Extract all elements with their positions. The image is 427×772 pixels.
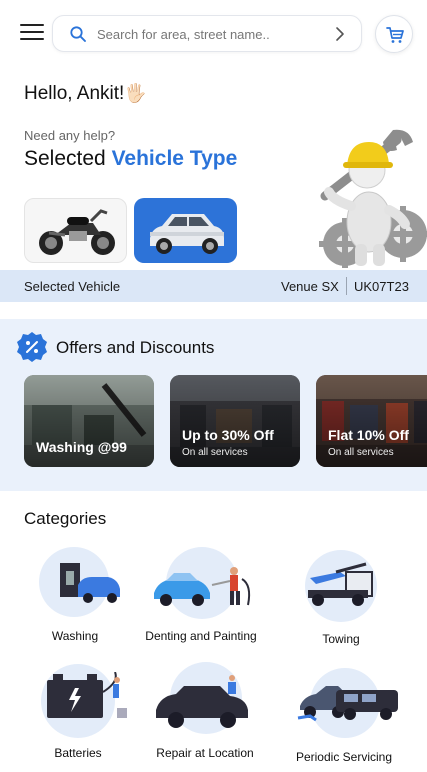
vehicle-type-motorcycle[interactable] [24, 198, 127, 263]
divider [346, 277, 347, 295]
offer-title: Up to 30% Off [182, 427, 274, 443]
category-label: Towing [322, 632, 360, 646]
selected-vehicle-bar[interactable]: Selected Vehicle Venue SX UK07T23 [0, 270, 427, 302]
vehicle-type-car[interactable] [134, 198, 237, 263]
category-batteries[interactable]: Batteries [33, 662, 127, 762]
offer-title: Washing @99 [36, 439, 127, 455]
painting-icon [154, 567, 251, 606]
offer-card[interactable]: Up to 30% Off On all services [170, 375, 300, 467]
search-bar[interactable] [52, 15, 362, 52]
greeting: Hello, Ankit!🖐🏻 [24, 83, 147, 105]
search-icon [70, 26, 86, 42]
category-label: Batteries [54, 746, 102, 760]
washing-icon [60, 563, 120, 603]
selected-vehicle-label: Selected Vehicle [24, 279, 121, 294]
tow-truck-icon [308, 562, 373, 606]
category-washing[interactable]: Washing [30, 545, 120, 645]
vehicle-plate: UK07T23 [354, 279, 409, 294]
category-towing[interactable]: Towing [296, 548, 386, 648]
help-text: Need any help? [24, 128, 116, 143]
category-periodic-servicing[interactable]: Periodic Servicing [288, 666, 400, 766]
menu-icon[interactable] [20, 24, 44, 44]
heading-prefix: Selected [24, 147, 106, 170]
offer-card[interactable]: Washing @99 [24, 375, 154, 467]
servicing-icon [297, 686, 398, 722]
cart-icon [386, 27, 404, 43]
greeting-text: Hello, Ankit! [24, 83, 125, 104]
category-label: Repair at Location [156, 746, 254, 760]
car-icon [150, 214, 224, 254]
category-label: Denting and Painting [145, 629, 257, 643]
top-bar [0, 0, 427, 66]
category-label: Washing [51, 629, 99, 643]
cart-button[interactable] [375, 15, 413, 53]
heading-highlight: Vehicle Type [111, 147, 238, 170]
offer-card[interactable]: Flat 10% Off On all services [316, 375, 427, 467]
category-label: Periodic Servicing [295, 750, 393, 764]
discount-badge-icon [17, 332, 47, 362]
offers-section: Offers and Discounts Washing @99 Up to 3… [0, 319, 427, 491]
search-input[interactable] [97, 23, 327, 45]
category-denting-painting[interactable]: Denting and Painting [136, 545, 266, 645]
repair-icon [156, 675, 248, 728]
offer-title: Flat 10% Off [328, 427, 409, 443]
battery-icon [47, 672, 127, 718]
wave-emoji: 🖐🏻 [124, 83, 147, 103]
offer-subtitle: On all services [182, 447, 248, 458]
mechanic-illustration [319, 129, 427, 268]
motorcycle-icon [39, 209, 115, 255]
vehicle-model: Venue SX [281, 279, 339, 294]
category-repair-at-location[interactable]: Repair at Location [140, 660, 270, 760]
offer-subtitle: On all services [328, 447, 394, 458]
categories-title: Categories [24, 509, 107, 528]
selected-vehicle-type-heading: Selected Vehicle Type [24, 147, 237, 171]
offers-title: Offers and Discounts [56, 338, 215, 357]
chevron-right-icon[interactable] [333, 26, 347, 42]
